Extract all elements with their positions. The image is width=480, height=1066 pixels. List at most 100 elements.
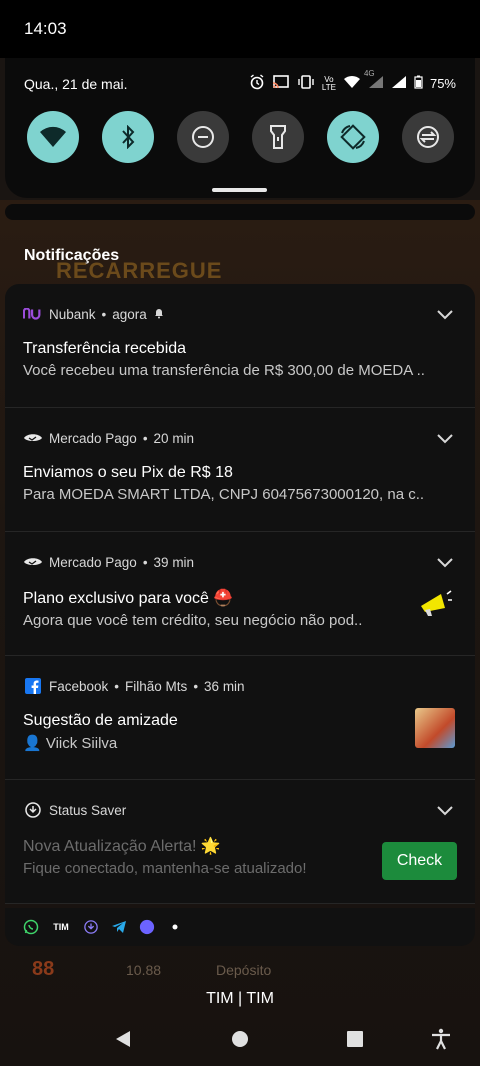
do-not-disturb-icon [192, 126, 214, 148]
notification-body: Para MOEDA SMART LTDA, CNPJ 604756730001… [23, 486, 425, 503]
auto-rotate-icon [340, 124, 366, 150]
separator-dot: • [142, 554, 148, 570]
back-button[interactable] [110, 1026, 136, 1052]
battery-percent: 75% [429, 76, 456, 91]
carrier-label: TIM | TIM [206, 990, 274, 1007]
qs-dnd-toggle[interactable] [177, 111, 229, 163]
background-app-bottom: 88 10.88 Depósito [24, 952, 464, 992]
notification-app-name: Nubank [49, 306, 96, 322]
status-bar [0, 0, 480, 58]
qs-wifi-toggle[interactable] [27, 111, 79, 163]
chevron-down-icon[interactable] [435, 552, 455, 572]
check-button[interactable]: Check [382, 842, 457, 880]
qs-data-saver-toggle[interactable] [402, 111, 454, 163]
whatsapp-icon [23, 919, 39, 935]
flashlight-icon [270, 125, 286, 149]
separator-dot: • [101, 306, 107, 322]
clock: 14:03 [24, 19, 67, 38]
dot-icon [167, 919, 183, 935]
cast-icon [272, 75, 290, 92]
notification-app-name: Mercado Pago [49, 554, 137, 570]
recents-icon [347, 1031, 363, 1047]
accessibility-button[interactable] [428, 1026, 454, 1052]
wifi-status-icon [343, 75, 361, 92]
download-icon [23, 802, 43, 818]
notification-body: 👤 Viick Siilva [23, 735, 118, 752]
notification-header: Mercado Pago • 20 min [23, 428, 457, 448]
battery-icon [414, 75, 423, 92]
notification-body: Agora que você tem crédito, seu negócio … [23, 612, 363, 629]
wifi-icon [40, 126, 66, 147]
notification-app-name: Status Saver [49, 802, 127, 818]
telegram-icon [111, 919, 127, 935]
quick-settings-row [27, 111, 454, 163]
notification-list: Nubank • agora Transferência recebida Vo… [5, 284, 475, 904]
vibrate-icon [297, 75, 315, 92]
home-icon [232, 1031, 248, 1047]
notification-title: Sugestão de amizade [23, 712, 178, 729]
facebook-icon [23, 678, 43, 694]
nubank-icon [23, 306, 43, 322]
volte-icon: Vo LTE [321, 74, 336, 92]
megaphone-icon [421, 590, 452, 616]
notification-app-name: Facebook [49, 678, 109, 694]
recents-button[interactable] [342, 1026, 368, 1052]
signal-icon: 4G [364, 69, 384, 92]
notification-time: 20 min [153, 430, 195, 446]
notification-title: Transferência recebida [23, 340, 187, 357]
separator-dot: • [142, 430, 148, 446]
notification-status-saver[interactable]: Status Saver Nova Atualização Alerta! 🌟 … [5, 780, 475, 904]
mercado-pago-icon [23, 430, 43, 446]
notification-overflow-row[interactable]: TIM [5, 908, 475, 946]
mercado-pago-icon [23, 554, 43, 570]
notification-body: Fique conectado, mantenha-se atualizado! [23, 860, 307, 877]
notification-header: Facebook • Filhão Mts • 36 min [23, 676, 457, 696]
separator-dot: • [114, 678, 120, 694]
chevron-down-icon[interactable] [435, 800, 455, 820]
chevron-down-icon[interactable] [435, 304, 455, 324]
notification-nubank[interactable]: Nubank • agora Transferência recebida Vo… [5, 284, 475, 408]
notification-mercado-pago-plan[interactable]: Mercado Pago • 39 min Plano exclusivo pa… [5, 532, 475, 656]
signal-2-icon [391, 75, 407, 92]
home-button[interactable] [227, 1026, 253, 1052]
profile-thumbnail [415, 708, 455, 748]
notification-title: Plano exclusivo para você ⛑️ [23, 590, 234, 607]
notification-sub-text: Filhão Mts [125, 678, 188, 694]
back-icon [116, 1031, 130, 1047]
notification-facebook[interactable]: Facebook • Filhão Mts • 36 min Sugestão … [5, 656, 475, 780]
alarm-icon [249, 74, 265, 93]
notification-header: Mercado Pago • 39 min [23, 552, 457, 572]
collapsed-media-bar[interactable] [5, 204, 475, 220]
navigation-bar [0, 1014, 480, 1066]
volte-label: LTE [321, 82, 336, 92]
qs-flashlight-toggle[interactable] [252, 111, 304, 163]
notification-app-name: Mercado Pago [49, 430, 137, 446]
network-type-label: 4G [363, 69, 375, 78]
chevron-down-icon[interactable] [435, 428, 455, 448]
drag-handle[interactable] [212, 188, 267, 192]
system-icons: Vo LTE 4G 75% [249, 69, 456, 93]
qs-bluetooth-toggle[interactable] [102, 111, 154, 163]
bluetooth-icon [122, 125, 135, 149]
background-balance: 10.88 [126, 962, 162, 978]
data-saver-icon [417, 126, 439, 148]
notification-time: 39 min [153, 554, 195, 570]
circle-icon [139, 919, 155, 935]
notification-title: Enviamos o seu Pix de R$ 18 [23, 464, 233, 481]
bell-icon [153, 307, 165, 322]
notification-header: Status Saver [23, 800, 457, 820]
accessibility-icon [432, 1028, 450, 1050]
notification-body: Você recebeu uma transferência de R$ 300… [23, 362, 425, 379]
date-label[interactable]: Qua., 21 de mai. [24, 76, 128, 92]
background-deposit: Depósito [216, 962, 272, 978]
tim-icon: TIM [53, 922, 69, 932]
notification-time: 36 min [204, 678, 245, 694]
notifications-heading: Notificações [24, 247, 120, 264]
notification-header: Nubank • agora [23, 304, 457, 324]
qs-auto-rotate-toggle[interactable] [327, 111, 379, 163]
download-icon [83, 919, 99, 935]
notification-time: agora [112, 306, 147, 322]
separator-dot: • [193, 678, 199, 694]
notification-mercado-pago-pix[interactable]: Mercado Pago • 20 min Enviamos o seu Pix… [5, 408, 475, 532]
background-ticket: 88 [32, 958, 55, 980]
